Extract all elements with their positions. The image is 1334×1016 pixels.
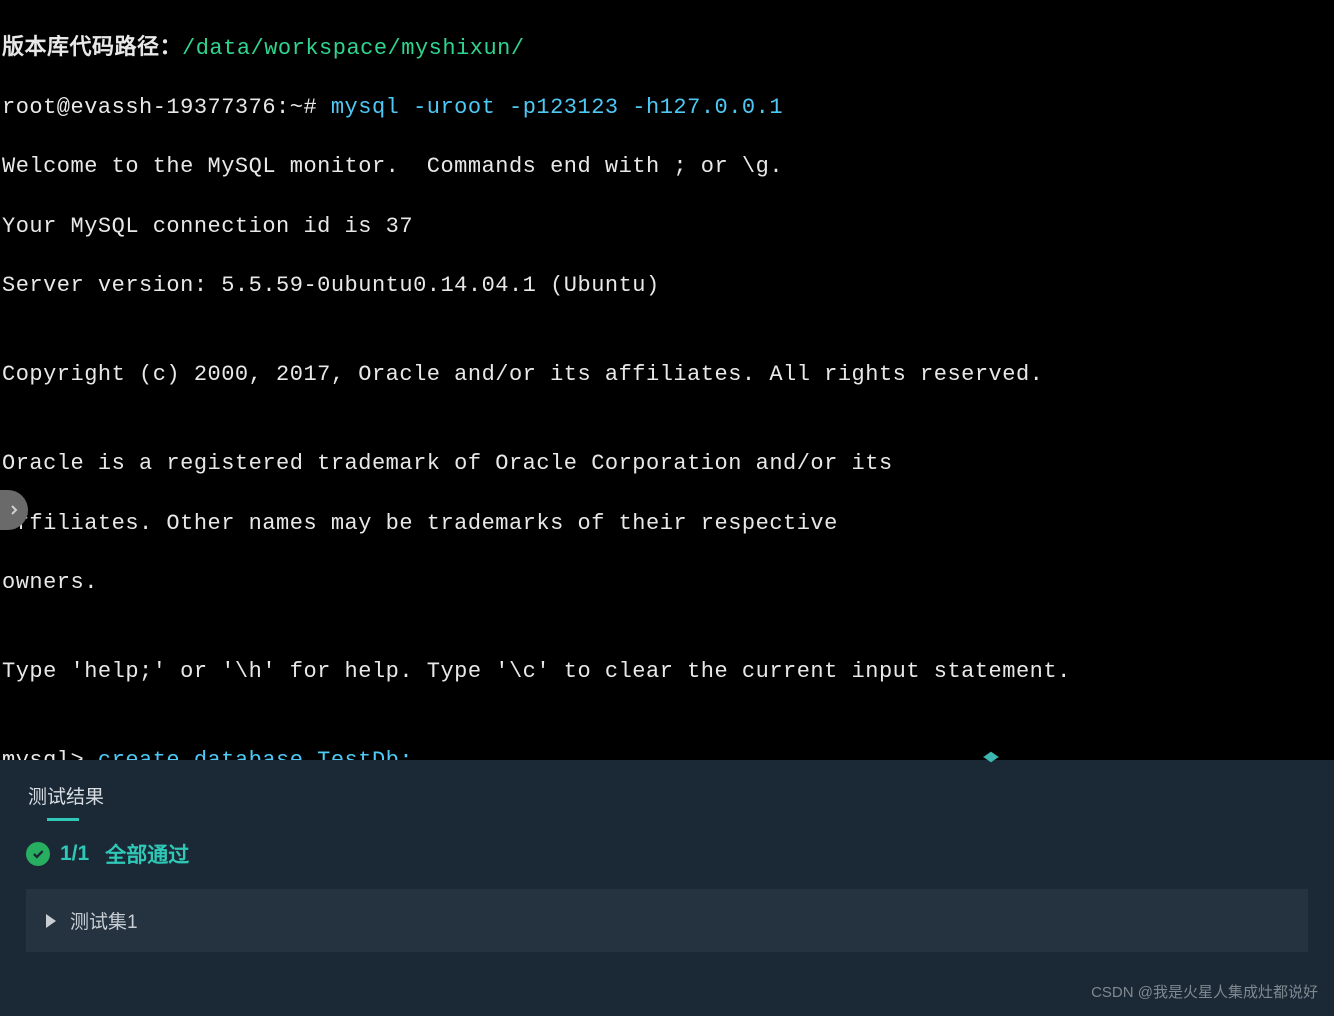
expand-triangle-icon — [46, 914, 56, 928]
test-pass-label: 全部通过 — [105, 839, 189, 869]
watermark-text: CSDN @我是火星人集成灶都说好 — [1091, 981, 1318, 1002]
results-panel: 测试结果 1/1 全部通过 测试集1 CSDN @我是火星人集成灶都说好 — [0, 760, 1334, 1016]
test-summary: 1/1 全部通过 — [0, 821, 1334, 889]
mysql-output-line: affiliates. Other names may be trademark… — [2, 509, 1332, 539]
terminal-output[interactable]: 版本库代码路径：/data/workspace/myshixun/ root@e… — [0, 0, 1334, 760]
test-score: 1/1 — [60, 842, 89, 866]
repo-path-label: 版本库代码路径： — [2, 36, 182, 61]
shell-command-mysql: mysql -uroot -p123123 -h127.0.0.1 — [331, 95, 783, 120]
arrow-right-icon — [6, 502, 22, 518]
repo-path: /data/workspace/myshixun/ — [182, 36, 525, 61]
mysql-output-line: owners. — [2, 568, 1332, 598]
chevron-down-icon — [978, 756, 1004, 764]
mysql-output-line: Type 'help;' or '\h' for help. Type '\c'… — [2, 657, 1332, 687]
tab-test-results[interactable]: 测试结果 — [0, 774, 132, 821]
shell-prompt: root@evassh-19377376:~# — [2, 95, 331, 120]
results-tabs: 测试结果 — [0, 760, 1334, 821]
mysql-output-line: Welcome to the MySQL monitor. Commands e… — [2, 152, 1332, 182]
test-set-row[interactable]: 测试集1 — [26, 889, 1308, 952]
panel-resize-handle[interactable] — [978, 750, 1004, 764]
mysql-output-line: Your MySQL connection id is 37 — [2, 212, 1332, 242]
mysql-output-line: Server version: 5.5.59-0ubuntu0.14.04.1 … — [2, 271, 1332, 301]
mysql-prompt: mysql> — [2, 748, 98, 760]
test-set-label: 测试集1 — [70, 907, 138, 934]
sql-create-database: create database TestDb; — [98, 748, 413, 760]
mysql-output-line: Oracle is a registered trademark of Orac… — [2, 449, 1332, 479]
check-circle-icon — [26, 842, 50, 866]
mysql-output-line: Copyright (c) 2000, 2017, Oracle and/or … — [2, 360, 1332, 390]
